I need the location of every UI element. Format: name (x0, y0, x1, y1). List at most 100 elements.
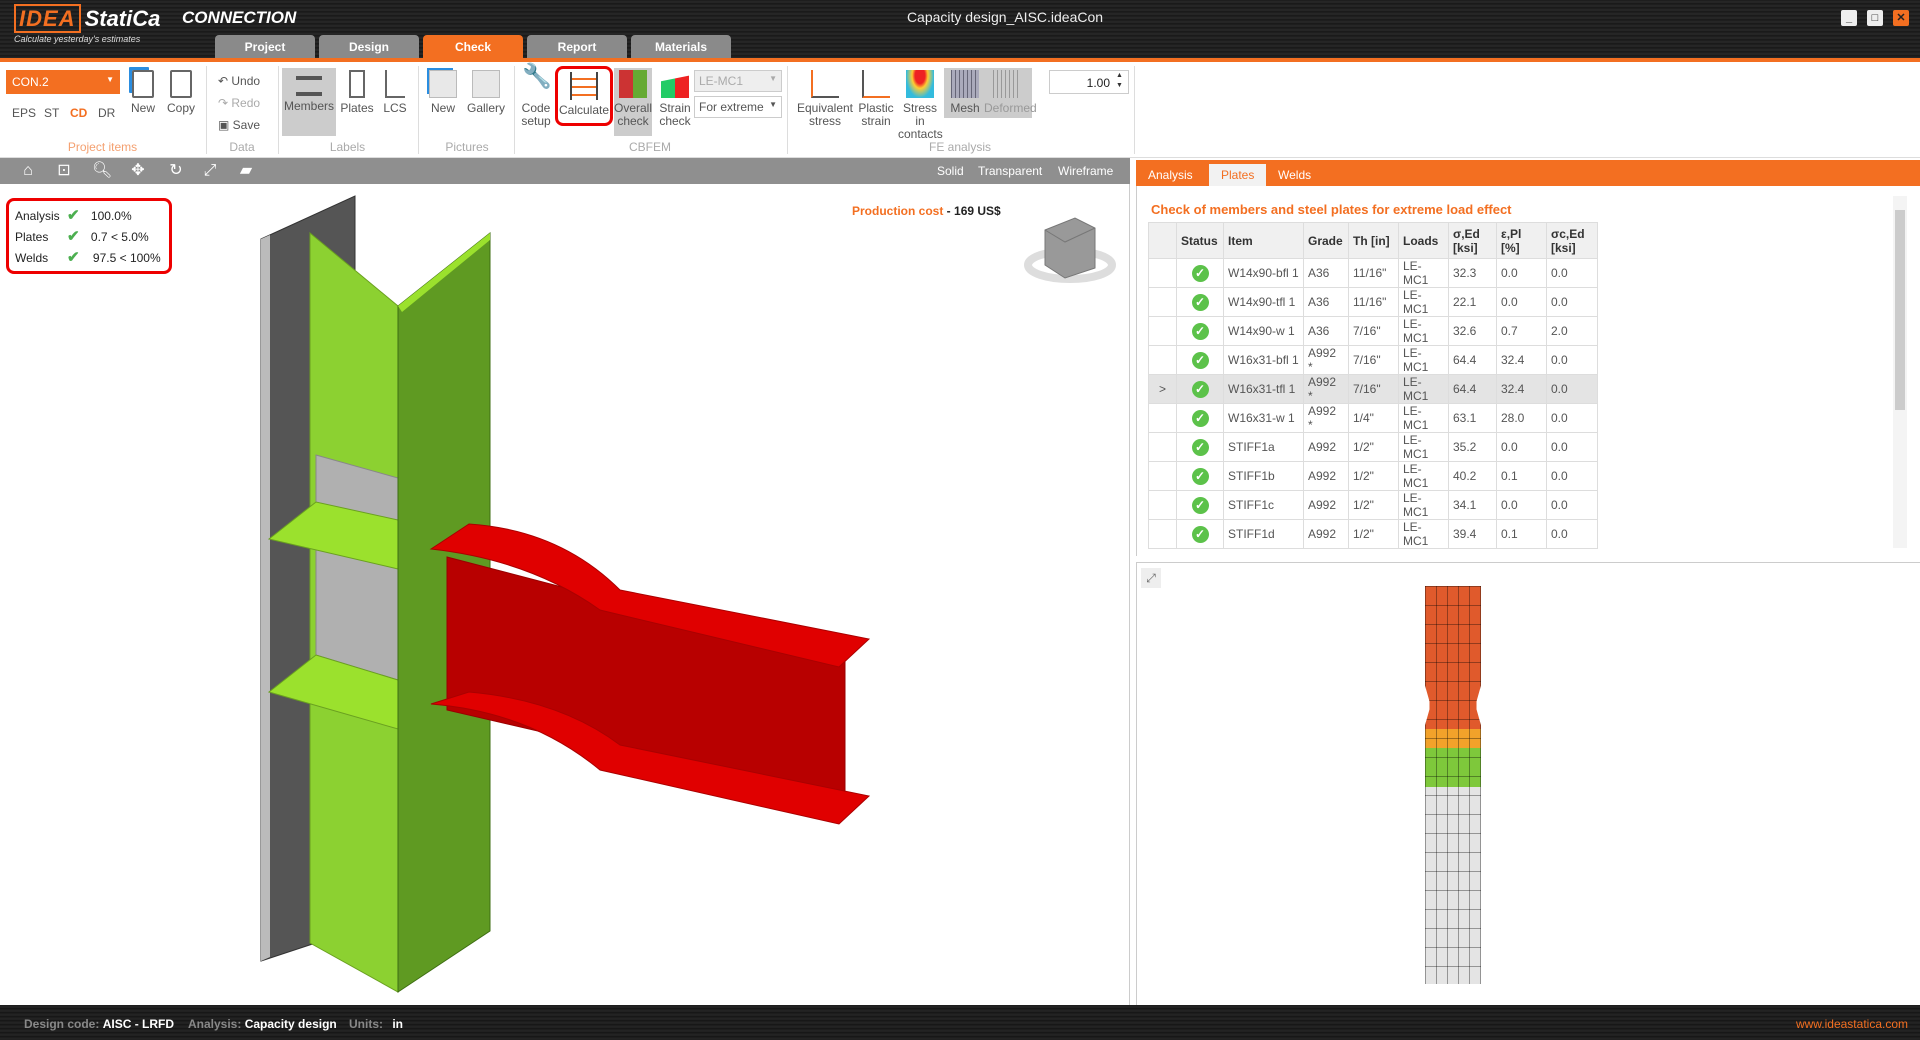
column-header[interactable]: Grade (1303, 222, 1349, 259)
table-cell: LE-MC1 (1398, 519, 1449, 549)
table-cell: 35.2 (1448, 432, 1497, 462)
table-row[interactable]: ✓ W14x90-bfl 1 A36 11/16" LE-MC1 32.3 0.0 0.0 (1148, 258, 1598, 288)
table-cell: W16x31-bfl 1 (1223, 345, 1304, 375)
table-cell: 7/16" (1348, 345, 1399, 375)
check-icon: ✔ (67, 207, 80, 224)
status-cell: ✓ (1176, 316, 1224, 346)
table-cell: A992 * (1303, 374, 1349, 404)
row-indicator (1148, 345, 1177, 375)
table-row[interactable]: ✓ STIFF1a A992 1/2" LE-MC1 35.2 0.0 0.0 (1148, 432, 1598, 462)
table-cell: 0.7 (1496, 316, 1547, 346)
table-cell: 1/2" (1348, 461, 1399, 491)
close-button[interactable]: ✕ (1893, 10, 1909, 26)
table-cell: 0.0 (1546, 403, 1598, 433)
table-cell: 64.4 (1448, 374, 1497, 404)
column-header[interactable]: ε,Pl [%] (1496, 222, 1547, 259)
table-cell: 0.1 (1496, 519, 1547, 549)
website-link[interactable]: www.ideastatica.com (1796, 1017, 1908, 1031)
table-cell: STIFF1c (1223, 490, 1304, 520)
units-status: Units: in (349, 1017, 404, 1031)
tab-analysis[interactable]: Analysis (1136, 164, 1205, 186)
table-cell: LE-MC1 (1398, 432, 1449, 462)
table-cell: A992 * (1303, 403, 1349, 433)
table-cell: 0.0 (1546, 519, 1598, 549)
status-bar: Design code: AISC - LRFD Analysis: Capac… (0, 1005, 1920, 1040)
table-cell: 0.0 (1546, 432, 1598, 462)
column-header[interactable]: σc,Ed [ksi] (1546, 222, 1598, 259)
table-cell: A992 (1303, 490, 1349, 520)
status-cell: ✓ (1176, 258, 1224, 288)
status-cell: ✓ (1176, 461, 1224, 491)
table-cell: 32.6 (1448, 316, 1497, 346)
column-header[interactable]: σ,Ed [ksi] (1448, 222, 1497, 259)
table-cell: 64.4 (1448, 345, 1497, 375)
summary-plates: Plates ✔ 0.7 < 5.0% (15, 228, 149, 245)
column-header[interactable]: Loads (1398, 222, 1449, 259)
row-indicator (1148, 287, 1177, 317)
table-cell: LE-MC1 (1398, 316, 1449, 346)
table-cell: 7/16" (1348, 316, 1399, 346)
table-cell: W16x31-w 1 (1223, 403, 1304, 433)
table-row[interactable]: ✓ STIFF1d A992 1/2" LE-MC1 39.4 0.1 0.0 (1148, 519, 1598, 549)
ok-status-icon: ✓ (1191, 525, 1209, 543)
table-row[interactable]: ✓ STIFF1c A992 1/2" LE-MC1 34.1 0.0 0.0 (1148, 490, 1598, 520)
ok-status-icon: ✓ (1191, 409, 1209, 427)
status-cell: ✓ (1176, 374, 1224, 404)
results-title: Check of members and steel plates for ex… (1151, 202, 1512, 217)
table-cell: W14x90-w 1 (1223, 316, 1304, 346)
column-header[interactable]: Item (1223, 222, 1304, 259)
table-cell: 0.0 (1546, 345, 1598, 375)
status-cell: ✓ (1176, 287, 1224, 317)
column-header[interactable] (1148, 222, 1177, 259)
table-cell: 32.4 (1496, 345, 1547, 375)
column-header[interactable]: Th [in] (1348, 222, 1399, 259)
plates-results-panel: Check of members and steel plates for ex… (1136, 186, 1920, 556)
ok-status-icon: ✓ (1191, 438, 1209, 456)
table-cell: 7/16" (1348, 374, 1399, 404)
table-row[interactable]: > ✓ W16x31-tfl 1 A992 * 7/16" LE-MC1 64.4 32.4 0… (1148, 374, 1598, 404)
summary-welds: Welds ✔ 97.5 < 100% (15, 249, 161, 266)
row-indicator (1148, 432, 1177, 462)
summary-analysis: Analysis ✔ 100.0% (15, 207, 132, 224)
view-cube (1024, 217, 1116, 283)
tab-plates[interactable]: Plates (1209, 164, 1267, 186)
maximize-button[interactable]: □ (1867, 10, 1883, 26)
table-cell: 0.0 (1546, 258, 1598, 288)
tab-welds[interactable]: Welds (1266, 164, 1323, 186)
connection-model[interactable] (0, 0, 1130, 1005)
table-cell: W14x90-tfl 1 (1223, 287, 1304, 317)
ok-status-icon: ✓ (1191, 264, 1209, 282)
table-cell: 0.1 (1496, 461, 1547, 491)
table-row[interactable]: ✓ W14x90-tfl 1 A36 11/16" LE-MC1 22.1 0.0 0.0 (1148, 287, 1598, 317)
table-row[interactable]: ✓ W16x31-bfl 1 A992 * 7/16" LE-MC1 64.4 32.4 0.… (1148, 345, 1598, 375)
table-cell: 11/16" (1348, 258, 1399, 288)
minimize-button[interactable]: _ (1841, 10, 1857, 26)
table-cell: STIFF1a (1223, 432, 1304, 462)
row-indicator (1148, 490, 1177, 520)
expand-icon[interactable]: ⤢ (1141, 568, 1161, 588)
row-indicator (1148, 461, 1177, 491)
table-cell: A992 (1303, 432, 1349, 462)
table-cell: LE-MC1 (1398, 461, 1449, 491)
row-indicator: > (1148, 374, 1177, 404)
table-row[interactable]: ✓ W14x90-w 1 A36 7/16" LE-MC1 32.6 0.7 2.0 (1148, 316, 1598, 346)
check-icon: ✔ (67, 249, 80, 266)
table-cell: 0.0 (1546, 490, 1598, 520)
table-row[interactable]: ✓ W16x31-w 1 A992 * 1/4" LE-MC1 63.1 28.0 0.0 (1148, 403, 1598, 433)
3d-viewport[interactable]: Production cost - 169 US$ (0, 184, 1130, 1005)
table-cell: 32.3 (1448, 258, 1497, 288)
scrollbar-thumb[interactable] (1895, 210, 1905, 410)
table-cell: 1/2" (1348, 432, 1399, 462)
table-cell: 0.0 (1496, 432, 1547, 462)
table-cell: A992 * (1303, 345, 1349, 375)
ok-status-icon: ✓ (1191, 380, 1209, 398)
table-cell: 0.0 (1546, 287, 1598, 317)
table-row[interactable]: ✓ STIFF1b A992 1/2" LE-MC1 40.2 0.1 0.0 (1148, 461, 1598, 491)
ok-status-icon: ✓ (1191, 293, 1209, 311)
table-cell: LE-MC1 (1398, 374, 1449, 404)
table-scrollbar[interactable] (1893, 196, 1907, 548)
table-cell: A36 (1303, 316, 1349, 346)
table-cell: LE-MC1 (1398, 345, 1449, 375)
analysis-status: Analysis: Capacity design (188, 1017, 337, 1031)
column-header[interactable]: Status (1176, 222, 1224, 259)
